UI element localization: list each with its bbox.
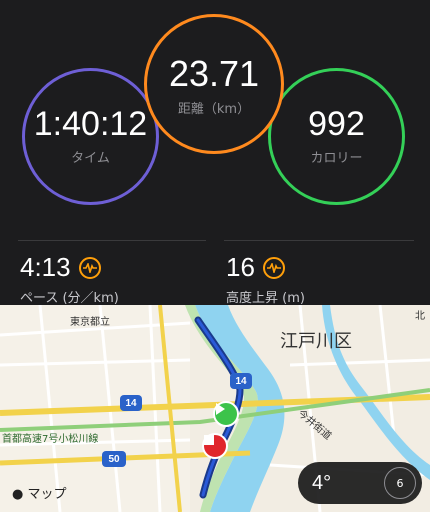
- distance-label: 距離（km）: [177, 101, 251, 117]
- elevation-value: 16: [226, 252, 255, 282]
- time-ring: 1:40:12 タイム: [22, 68, 159, 205]
- weather-pill[interactable]: 4° 6: [298, 462, 422, 504]
- pace-metric: 4:13 ペース (分／km): [20, 252, 119, 306]
- distance-ring: 23.71 距離（km）: [144, 14, 284, 154]
- maps-attribution-label: マップ: [27, 487, 67, 502]
- divider-left: [18, 240, 206, 241]
- tokyo-label: 東京都立: [70, 317, 110, 328]
- pace-label: ペース (分／km): [20, 291, 119, 306]
- distance-value: 23.71: [168, 52, 260, 94]
- pace-value: 4:13: [20, 252, 71, 282]
- temperature-value: 4°: [312, 471, 332, 494]
- route-14-shield: 14: [230, 373, 252, 389]
- expressway-label: 首都高速7号小松川線: [2, 434, 99, 445]
- divider-right: [224, 240, 414, 241]
- air-quality-badge: 6: [384, 467, 416, 499]
- route-50-shield: 50: [102, 451, 126, 467]
- calories-label: カロリー: [310, 151, 363, 166]
- maps-attribution: ● マップ: [12, 483, 67, 502]
- elevation-heart-rate-icon[interactable]: [262, 256, 285, 279]
- workout-summary: 1:40:12 タイム 992 カロリー 23.71 距離（km） 4:13 ペ…: [0, 0, 430, 306]
- elevation-metric: 16 高度上昇 (m): [226, 252, 305, 306]
- time-value: 1:40:12: [33, 105, 148, 143]
- ward-label: 江戸川区: [280, 331, 352, 352]
- route-14-number-a: 14: [235, 375, 247, 387]
- pace-heart-rate-icon[interactable]: [78, 256, 101, 279]
- air-quality-value: 6: [396, 476, 404, 490]
- route-14-number-b: 14: [125, 397, 137, 409]
- route-50-number: 50: [108, 453, 120, 465]
- calories-value: 992: [308, 105, 365, 143]
- calories-ring: 992 カロリー: [268, 68, 405, 205]
- elevation-label: 高度上昇 (m): [226, 291, 305, 306]
- north-label: 北: [415, 311, 425, 322]
- start-marker-icon[interactable]: [213, 401, 239, 427]
- apple-logo-icon: ●: [12, 487, 24, 502]
- route-14-shield-west: 14: [120, 395, 142, 411]
- time-label: タイム: [71, 151, 110, 166]
- end-marker-icon[interactable]: [202, 433, 228, 459]
- route-map[interactable]: 14 14 50 江戸川区 首都高速7号小松川線 今井街道 東京都立 北 ● マ…: [0, 305, 430, 512]
